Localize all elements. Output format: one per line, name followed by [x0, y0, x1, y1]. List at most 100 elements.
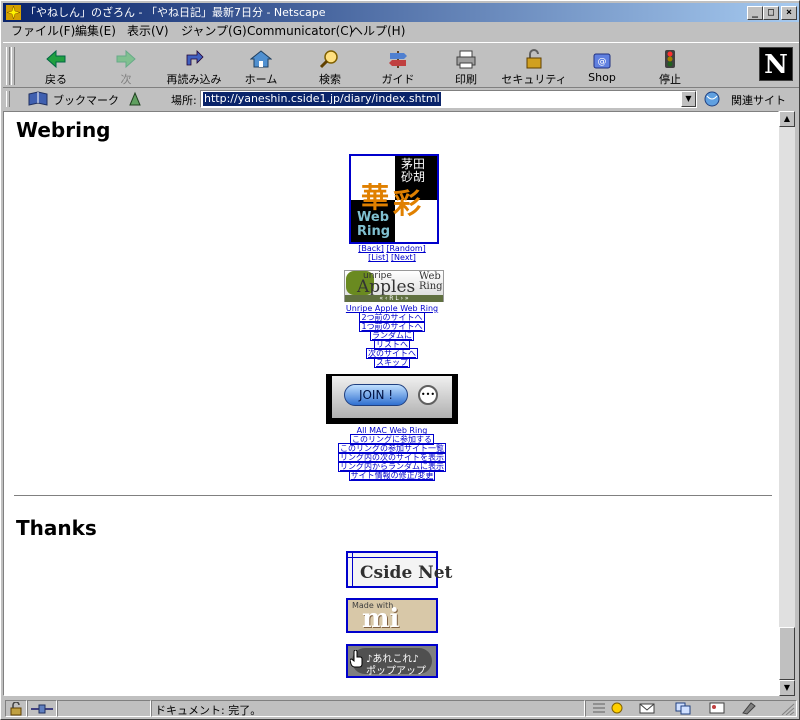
security-status-box[interactable]: [5, 700, 27, 717]
svg-text:@: @: [598, 57, 607, 67]
ring1-nav-row1: [Back] [Random]: [4, 244, 778, 253]
locbar-grip[interactable]: [6, 91, 10, 107]
ring1-back-link[interactable]: [Back]: [358, 244, 384, 253]
forward-arrow-icon: [116, 49, 136, 69]
guide-button[interactable]: ガイド: [365, 45, 431, 87]
composer-icon[interactable]: [709, 701, 725, 715]
ring3-link-edit[interactable]: サイト情報の修正/変更: [348, 470, 436, 481]
print-button[interactable]: 印刷: [433, 45, 499, 87]
menu-file[interactable]: ファイル(F): [11, 22, 75, 41]
page-proxy-icon[interactable]: [127, 91, 143, 107]
ring1-random-link[interactable]: [Random]: [386, 244, 425, 253]
banner1-web: Web: [357, 210, 389, 225]
stop-label: 停止: [659, 73, 681, 86]
banner1-author: 茅田 砂胡: [401, 157, 426, 184]
popup-line2: ポップアップ: [366, 666, 426, 677]
navigator-icon[interactable]: [609, 701, 625, 715]
popup-banner[interactable]: ♪あれこれ♪ ポップアップ: [346, 644, 438, 678]
vertical-scrollbar[interactable]: ▲ ▼: [779, 111, 795, 696]
shop-bag-icon: @: [593, 53, 611, 69]
ring1-next-link[interactable]: [Next]: [391, 253, 416, 262]
lock-status-icon: [10, 702, 22, 716]
thanks-heading: Thanks: [16, 516, 97, 540]
banner1-kanji2: 彩: [393, 187, 422, 220]
stop-button[interactable]: 停止: [637, 45, 703, 87]
banner2-apples: Apples: [357, 277, 416, 297]
search-button[interactable]: 検索: [297, 45, 363, 87]
status-text: ドキュメント: 完了。: [155, 704, 262, 717]
toolbar-grip-2[interactable]: [11, 47, 15, 85]
connection-status-box[interactable]: [27, 700, 57, 717]
search-icon: [319, 50, 338, 69]
search-label: 検索: [319, 73, 341, 86]
kasai-webring-banner[interactable]: 茅田 砂胡 華 彩 Web Ring: [349, 154, 439, 244]
banner1-ring: Ring: [357, 224, 391, 239]
all-mac-webring-banner[interactable]: JOIN ! •••: [326, 374, 458, 424]
bookmarks-label[interactable]: ブックマーク: [53, 92, 119, 108]
scroll-up-button[interactable]: ▲: [779, 111, 795, 127]
security-button[interactable]: セキュリティ: [501, 45, 567, 87]
location-bar: ブックマーク 場所: http://yaneshin.cside1.jp/dia…: [3, 89, 799, 109]
status-bar: ドキュメント: 完了。: [3, 698, 799, 719]
more-dots-icon[interactable]: •••: [418, 385, 438, 405]
minimize-button[interactable]: _: [747, 6, 763, 20]
connection-plug-icon: [31, 704, 53, 714]
title-bar[interactable]: 「やねしん」のざろん - 「やね日記」最新7日分 - Netscape _ □ …: [3, 3, 799, 22]
menu-help[interactable]: ヘルプ(H): [351, 22, 405, 41]
close-button[interactable]: ×: [781, 6, 797, 20]
mail-icon[interactable]: [639, 701, 655, 715]
made-with-mi-banner[interactable]: Made with mi: [346, 598, 438, 634]
reload-button[interactable]: 再読み込み: [161, 45, 227, 87]
banner2-controls: « ‹ R L › »: [345, 295, 443, 302]
netscape-logo[interactable]: N: [759, 47, 793, 81]
cside-net-banner[interactable]: Cside Net: [346, 551, 452, 588]
print-label: 印刷: [455, 73, 477, 86]
edit-pen-icon[interactable]: [741, 701, 757, 715]
banner2-ring: Ring: [419, 281, 443, 292]
page-content: Webring 茅田 砂胡 華 彩 Web Ring [Back] [Rando…: [3, 111, 779, 696]
menu-go[interactable]: ジャンプ(G): [181, 22, 247, 41]
url-text[interactable]: http://yaneshin.cside1.jp/diary/index.sh…: [203, 92, 441, 106]
location-label: 場所:: [171, 94, 197, 107]
menu-bar: ファイル(F) 編集(E) 表示(V) ジャンプ(G) Communicator…: [3, 22, 799, 41]
webring-heading: Webring: [16, 118, 111, 142]
navigation-toolbar: 戻る 次 再読み込み ホーム 検索 ガイド 印刷 セキュリティ @ Shop 停…: [3, 42, 799, 88]
join-button[interactable]: JOIN !: [344, 384, 408, 406]
printer-icon: [456, 50, 476, 69]
unripe-apples-banner[interactable]: unripe Apples Web Ring « ‹ R L › »: [344, 270, 444, 302]
home-button[interactable]: ホーム: [228, 45, 294, 87]
resize-grip-icon[interactable]: [779, 701, 795, 715]
ring3-row5: サイト情報の修正/変更: [4, 470, 778, 481]
lock-icon: [526, 49, 542, 69]
forward-button[interactable]: 次: [93, 45, 159, 87]
mi-text: mi: [362, 604, 400, 634]
maximize-button[interactable]: □: [763, 6, 779, 20]
menu-communicator[interactable]: Communicator(C): [247, 22, 353, 41]
menu-edit[interactable]: 編集(E): [75, 22, 116, 41]
stop-traffic-light-icon: [665, 50, 675, 68]
tray-grip-icon[interactable]: [591, 701, 607, 715]
netscape-app-icon: [6, 5, 21, 20]
progress-box: [57, 700, 151, 717]
ring1-list-link[interactable]: [List]: [368, 253, 388, 262]
toolbar-grip[interactable]: [6, 47, 10, 85]
related-sites-label[interactable]: 関連サイト: [731, 92, 786, 108]
back-button[interactable]: 戻る: [23, 45, 89, 87]
shop-button[interactable]: @ Shop: [569, 45, 635, 87]
bookmark-icon[interactable]: [27, 91, 49, 107]
horizontal-rule: [14, 495, 772, 497]
url-dropdown-button[interactable]: ▼: [681, 91, 696, 107]
scroll-down-button[interactable]: ▼: [779, 680, 795, 696]
guide-label: ガイド: [381, 73, 415, 86]
scroll-thumb[interactable]: [779, 627, 795, 680]
security-label: セキュリティ: [501, 73, 567, 86]
home-label: ホーム: [244, 73, 278, 86]
newsgroup-icon[interactable]: [675, 701, 691, 715]
back-label: 戻る: [45, 73, 67, 86]
browser-window: 「やねしん」のざろん - 「やね日記」最新7日分 - Netscape _ □ …: [0, 0, 800, 720]
ring2-link-skip[interactable]: スキップ: [374, 357, 410, 368]
url-field[interactable]: http://yaneshin.cside1.jp/diary/index.sh…: [200, 90, 697, 108]
menu-view[interactable]: 表示(V): [127, 22, 169, 41]
related-sites-icon[interactable]: [703, 90, 725, 108]
guide-signpost-icon: [389, 51, 407, 68]
